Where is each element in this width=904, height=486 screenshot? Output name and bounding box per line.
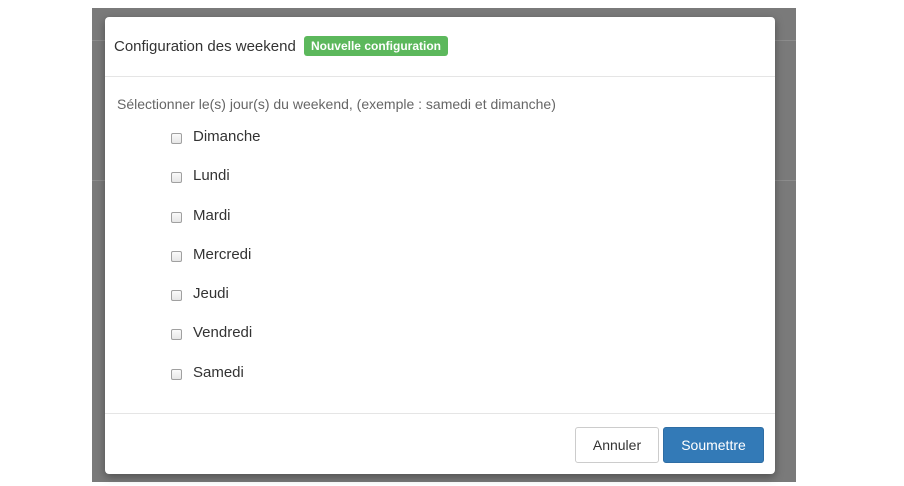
day-option-jeudi[interactable]: Jeudi (171, 284, 261, 323)
cancel-button[interactable]: Annuler (575, 427, 659, 463)
lundi-checkbox[interactable] (171, 172, 182, 184)
day-option-samedi[interactable]: Samedi (171, 363, 261, 402)
day-label: Mardi (193, 206, 231, 224)
day-label: Samedi (193, 363, 244, 381)
modal-title-text: Configuration des weekend (114, 38, 296, 55)
day-option-mardi[interactable]: Mardi (171, 206, 261, 245)
day-checkbox-list: Dimanche Lundi Mardi Mercredi Jeudi Vend… (171, 127, 261, 402)
weekend-config-modal: Configuration des weekend Nouvelle confi… (105, 17, 775, 474)
modal-body: Sélectionner le(s) jour(s) du weekend, (… (105, 77, 775, 413)
mercredi-checkbox[interactable] (171, 250, 182, 262)
modal-footer: Annuler Soumettre (105, 413, 775, 475)
mardi-checkbox[interactable] (171, 211, 182, 223)
new-config-badge: Nouvelle configuration (303, 36, 448, 56)
instruction-text: Sélectionner le(s) jour(s) du weekend, (… (117, 96, 556, 112)
day-label: Jeudi (193, 285, 229, 303)
dimanche-checkbox[interactable] (171, 133, 182, 144)
day-option-dimanche[interactable]: Dimanche (171, 127, 261, 166)
modal-title: Configuration des weekend Nouvelle confi… (114, 36, 448, 56)
day-option-vendredi[interactable]: Vendredi (171, 323, 261, 362)
day-label: Mercredi (193, 245, 252, 263)
day-option-mercredi[interactable]: Mercredi (171, 245, 261, 284)
submit-button[interactable]: Soumettre (663, 427, 764, 463)
vendredi-checkbox[interactable] (171, 329, 182, 341)
modal-header: Configuration des weekend Nouvelle confi… (105, 17, 775, 77)
day-label: Vendredi (193, 324, 253, 342)
samedi-checkbox[interactable] (171, 368, 182, 380)
day-label: Dimanche (193, 128, 261, 145)
day-label: Lundi (193, 167, 230, 185)
day-option-lundi[interactable]: Lundi (171, 166, 261, 205)
jeudi-checkbox[interactable] (171, 290, 182, 302)
